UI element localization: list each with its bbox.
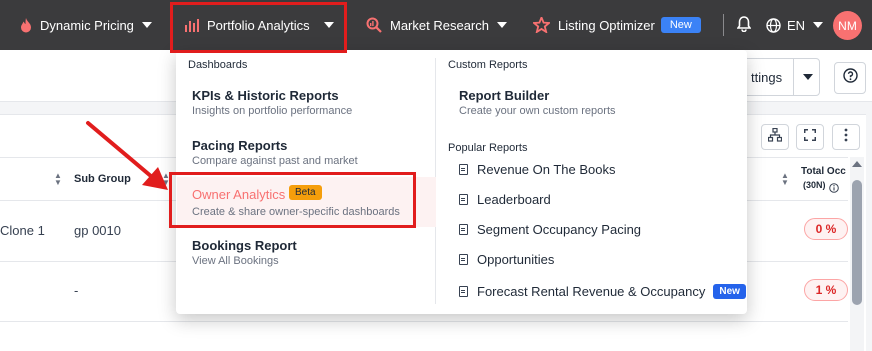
document-icon xyxy=(459,285,468,297)
notifications-button[interactable] xyxy=(736,0,752,50)
dashboards-heading: Dashboards xyxy=(188,59,248,71)
popular-report-leaderboard[interactable]: Leaderboard xyxy=(459,190,551,208)
more-options-button[interactable] xyxy=(832,124,860,150)
popular-report-label: Revenue On The Books xyxy=(477,161,616,177)
menu-item-description: View All Bookings xyxy=(192,255,279,267)
nav-market-research[interactable]: Market Research xyxy=(366,0,507,50)
popular-report-forecast-rental-revenue-occupancy[interactable]: Forecast Rental Revenue & Occupancy New xyxy=(459,282,746,300)
search-chart-icon xyxy=(366,17,382,33)
nav-portfolio-analytics-label: Portfolio Analytics xyxy=(207,17,310,33)
settings-button-label: ttings xyxy=(751,70,783,85)
hierarchy-icon xyxy=(767,127,783,147)
menu-item-description: Compare against past and market xyxy=(192,155,358,167)
popular-report-revenue-on-the-books[interactable]: Revenue On The Books xyxy=(459,160,616,178)
bar-chart-icon xyxy=(185,18,199,32)
table-cell-sub-group: gp 0010 xyxy=(74,223,121,238)
more-vertical-icon xyxy=(844,128,848,147)
menu-item-title: Report Builder xyxy=(459,88,550,103)
beta-badge: Beta xyxy=(289,185,322,200)
occupancy-badge: 1 % xyxy=(804,279,848,301)
menu-item-description: Insights on portfolio performance xyxy=(192,105,353,117)
language-selector[interactable]: EN xyxy=(766,0,824,50)
flame-icon xyxy=(20,17,32,33)
nav-divider xyxy=(723,14,724,36)
chevron-down-icon xyxy=(496,22,507,28)
button-separator xyxy=(793,59,794,95)
new-badge: New xyxy=(660,17,701,33)
help-icon xyxy=(842,68,858,88)
menu-item-title: Owner Analytics xyxy=(192,187,286,202)
info-icon[interactable] xyxy=(829,180,839,198)
popular-report-label: Opportunities xyxy=(477,251,555,267)
nav-portfolio-analytics[interactable]: Portfolio Analytics xyxy=(185,0,334,50)
custom-reports-heading: Custom Reports xyxy=(448,59,528,71)
document-icon xyxy=(459,193,468,205)
document-icon xyxy=(459,253,468,265)
sort-icon[interactable]: ▲ ▼ xyxy=(54,172,62,187)
chevron-down-icon[interactable] xyxy=(803,74,813,80)
hierarchy-button[interactable] xyxy=(761,124,789,150)
nav-dynamic-pricing[interactable]: Dynamic Pricing xyxy=(20,0,152,50)
nav-listing-optimizer-label: Listing Optimizer xyxy=(558,17,655,33)
chevron-down-icon xyxy=(323,22,334,28)
chevron-down-icon xyxy=(813,22,824,28)
language-label: EN xyxy=(787,17,806,33)
popular-reports-heading: Popular Reports xyxy=(448,142,528,154)
nav-listing-optimizer[interactable]: Listing Optimizer New xyxy=(533,0,701,50)
popular-report-label: Segment Occupancy Pacing xyxy=(477,221,642,237)
table-cell-name: Clone 1 xyxy=(0,223,45,238)
scrollbar-thumb[interactable] xyxy=(852,180,862,305)
column-header-total-occ[interactable]: Total Occ xyxy=(801,166,846,177)
chevron-down-icon xyxy=(141,22,152,28)
menu-item-description: Create & share owner-specific dashboards xyxy=(192,206,400,218)
avatar[interactable]: NM xyxy=(833,11,862,40)
column-header-total-occ-period: (30N) xyxy=(803,180,826,190)
table-cell-sub-group: - xyxy=(74,283,79,298)
popular-report-label: Forecast Rental Revenue & Occupancy xyxy=(477,283,706,299)
bell-icon xyxy=(736,15,752,35)
sort-icon[interactable]: ▲ ▼ xyxy=(781,172,789,187)
menu-item-description: Create your own custom reports xyxy=(459,105,616,117)
nav-dynamic-pricing-label: Dynamic Pricing xyxy=(40,17,134,33)
popular-report-opportunities[interactable]: Opportunities xyxy=(459,250,554,268)
menu-item-title: Bookings Report xyxy=(192,238,297,253)
nav-market-research-label: Market Research xyxy=(390,17,489,33)
new-badge: New xyxy=(713,283,746,299)
help-button[interactable] xyxy=(834,62,866,94)
star-icon xyxy=(533,17,550,33)
document-icon xyxy=(459,163,468,175)
menu-item-title: KPIs & Historic Reports xyxy=(192,88,339,103)
occupancy-badge: 0 % xyxy=(804,218,848,240)
row-divider xyxy=(0,321,848,322)
globe-icon xyxy=(766,17,781,33)
annotation-arrow-icon xyxy=(86,121,168,190)
top-navigation-bar: Dynamic Pricing Portfolio Analytics Mark… xyxy=(0,0,872,50)
fullscreen-icon xyxy=(803,128,817,146)
document-icon xyxy=(459,223,468,235)
fullscreen-button[interactable] xyxy=(796,124,824,150)
menu-item-title: Pacing Reports xyxy=(192,138,288,153)
popular-report-label: Leaderboard xyxy=(477,191,551,207)
popular-report-segment-occupancy-pacing[interactable]: Segment Occupancy Pacing xyxy=(459,220,641,238)
scroll-up-icon[interactable] xyxy=(852,161,862,167)
